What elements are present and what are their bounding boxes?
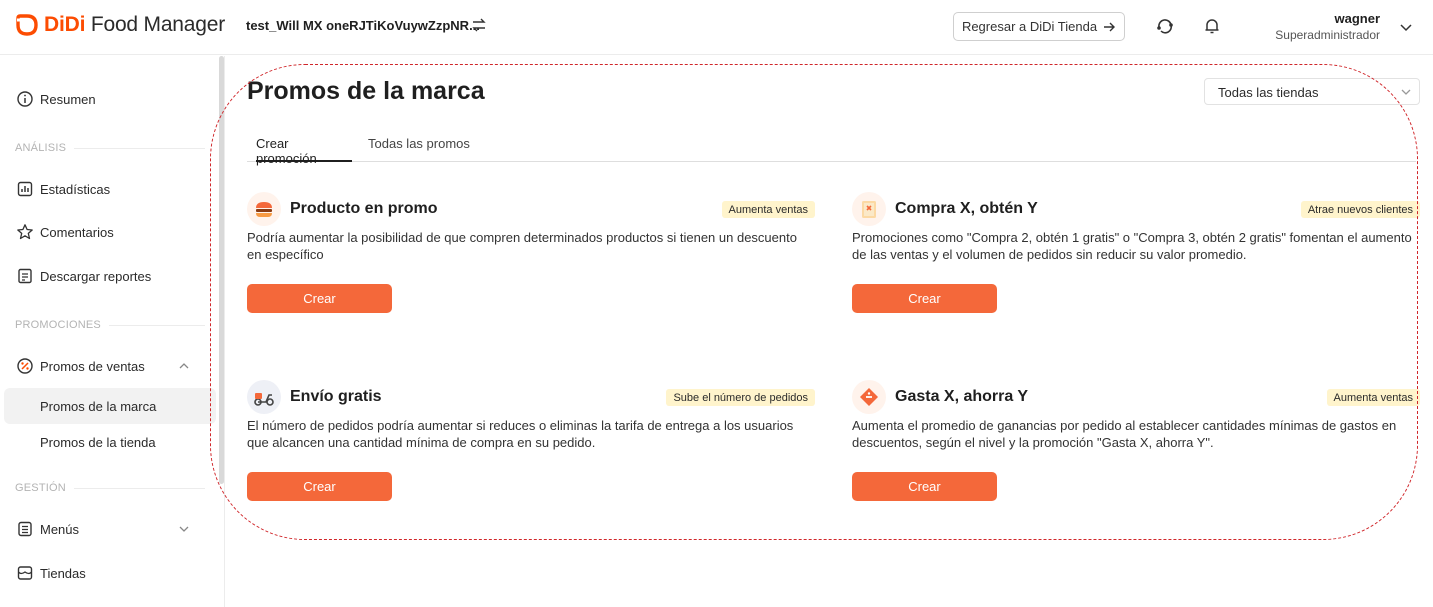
- page-title: Promos de la marca: [247, 77, 485, 105]
- coupon-icon: [852, 192, 886, 226]
- notification-bell-icon[interactable]: [1202, 16, 1222, 36]
- sidebar-item-label: Descargar reportes: [40, 269, 152, 284]
- promo-card-product: Producto en promo Aumenta ventas Podría …: [247, 192, 815, 322]
- tab-create-promotion[interactable]: Crear promoción: [256, 136, 352, 166]
- store-filter-select[interactable]: Todas las tiendas: [1204, 78, 1420, 105]
- back-to-didi-store-button[interactable]: Regresar a DiDi Tienda: [953, 12, 1125, 41]
- tab-all-promos[interactable]: Todas las promos: [368, 136, 470, 162]
- section-analysis: ANÁLISIS: [15, 142, 205, 154]
- burger-icon: [247, 192, 281, 226]
- sidebar: Resumen ANÁLISIS Estadísticas Comentario…: [0, 56, 225, 607]
- create-spend-x-save-y-button[interactable]: Crear: [852, 472, 997, 501]
- sidebar-item-menus[interactable]: Menús: [0, 511, 214, 547]
- section-management: GESTIÓN: [15, 482, 205, 494]
- current-store-name: test_Will MX oneRJTiKoVuywZzpNR...: [246, 18, 480, 33]
- support-icon[interactable]: [1155, 16, 1175, 36]
- user-menu-chevron-down-icon[interactable]: [1398, 19, 1414, 35]
- card-description: Podría aumentar la posibilidad de que co…: [247, 230, 797, 262]
- didi-logo[interactable]: DiDi Food Manager: [14, 12, 225, 38]
- user-name: wagner: [1334, 11, 1380, 26]
- create-free-delivery-button[interactable]: Crear: [247, 472, 392, 501]
- sidebar-item-stores[interactable]: Tiendas: [0, 555, 214, 591]
- report-icon: [18, 268, 32, 284]
- info-circle-icon: [17, 91, 33, 107]
- sidebar-item-label: Estadísticas: [40, 182, 111, 197]
- sidebar-item-label: Promos de la marca: [40, 399, 157, 414]
- card-description: Promociones como "Compra 2, obtén 1 grat…: [852, 230, 1412, 262]
- promo-tabs: Crear promoción Todas las promos: [247, 130, 1416, 166]
- card-badge: Atrae nuevos clientes: [1300, 201, 1420, 218]
- chart-icon: [17, 181, 33, 197]
- section-promotions: PROMOCIONES: [15, 319, 205, 331]
- sidebar-item-label: Comentarios: [40, 225, 114, 240]
- card-title: Gasta X, ahorra Y: [895, 388, 1029, 405]
- sidebar-item-label: Tiendas: [40, 566, 86, 581]
- star-icon: [17, 224, 33, 240]
- sidebar-item-reports[interactable]: Descargar reportes: [0, 258, 214, 294]
- sidebar-scrollbar[interactable]: [219, 56, 224, 484]
- chevron-down-icon: [179, 526, 189, 532]
- sidebar-item-summary[interactable]: Resumen: [0, 81, 214, 117]
- store-filter-value: Todas las tiendas: [1218, 85, 1319, 100]
- didi-logo-icon: [16, 14, 38, 36]
- sidebar-item-label: Promos de la tienda: [40, 435, 156, 450]
- menu-book-icon: [18, 521, 32, 537]
- card-title: Compra X, obtén Y: [895, 200, 1038, 217]
- sidebar-item-sales-promos[interactable]: Promos de ventas: [0, 348, 214, 384]
- card-description: El número de pedidos podría aumentar si …: [247, 418, 794, 450]
- store-icon: [17, 566, 33, 580]
- sidebar-item-label: Resumen: [40, 92, 96, 107]
- card-title: Producto en promo: [290, 200, 438, 217]
- card-description: Aumenta el promedio de ganancias por ped…: [852, 418, 1397, 450]
- chevron-up-icon: [179, 363, 189, 369]
- create-buy-x-get-y-button[interactable]: Crear: [852, 284, 997, 313]
- sidebar-item-brand-promos[interactable]: Promos de la marca: [4, 388, 216, 424]
- create-product-promo-button[interactable]: Crear: [247, 284, 392, 313]
- sidebar-item-comments[interactable]: Comentarios: [0, 214, 214, 250]
- delivery-scooter-icon: [247, 380, 281, 414]
- sidebar-item-label: Promos de ventas: [40, 359, 145, 374]
- user-role: Superadministrador: [1275, 28, 1380, 42]
- chevron-down-icon: [1401, 89, 1411, 95]
- logo-text: DiDi Food Manager: [44, 13, 226, 36]
- card-badge: Aumenta ventas: [721, 201, 815, 218]
- card-badge: Aumenta ventas: [1326, 389, 1420, 406]
- discount-icon: [17, 358, 33, 374]
- promo-card-spend-x-save-y: Gasta X, ahorra Y Aumenta ventas Aumenta…: [852, 380, 1420, 510]
- card-title: Envío gratis: [290, 388, 382, 405]
- top-header: DiDi Food Manager test_Will MX oneRJTiKo…: [0, 0, 1433, 55]
- promo-card-buy-x-get-y: Compra X, obtén Y Atrae nuevos clientes …: [852, 192, 1420, 322]
- discount-tag-icon: [852, 380, 886, 414]
- switch-store-icon[interactable]: [471, 17, 487, 33]
- card-badge: Sube el número de pedidos: [666, 389, 815, 406]
- sidebar-item-store-promos[interactable]: Promos de la tienda: [4, 424, 216, 460]
- promo-card-free-delivery: Envío gratis Sube el número de pedidos E…: [247, 380, 815, 510]
- sidebar-item-label: Menús: [40, 522, 80, 537]
- arrow-right-icon: [1104, 22, 1116, 31]
- sidebar-item-stats[interactable]: Estadísticas: [0, 171, 214, 207]
- back-button-label: Regresar a DiDi Tienda: [961, 19, 1098, 34]
